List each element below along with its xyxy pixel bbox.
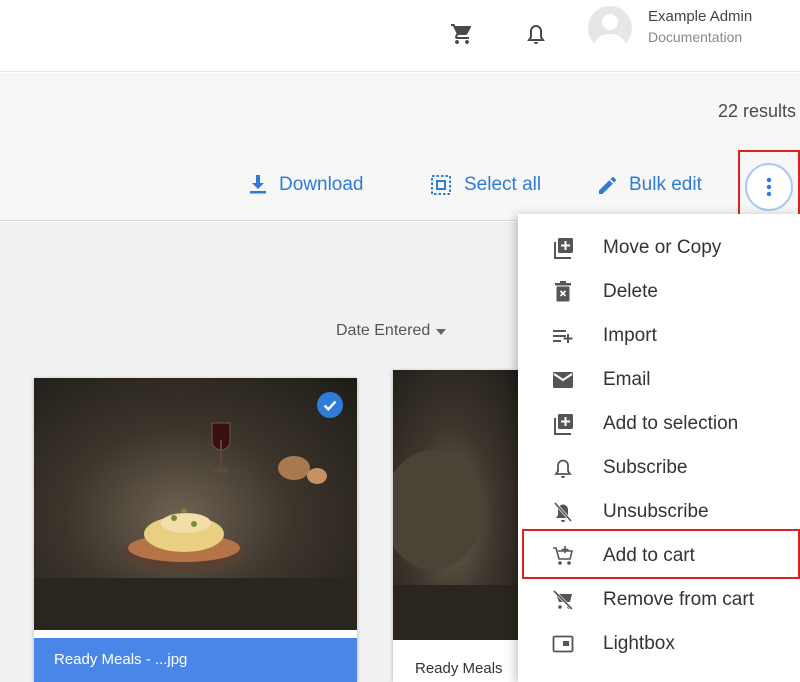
download-label: Download: [279, 174, 364, 195]
asset-card[interactable]: Ready Meals - ...jpg: [34, 378, 357, 682]
menu-item-delete[interactable]: Delete: [518, 270, 800, 314]
menu-item-import[interactable]: Import: [518, 314, 800, 358]
menu-item-subscribe[interactable]: Subscribe: [518, 446, 800, 490]
menu-item-unsubscribe[interactable]: Unsubscribe: [518, 490, 800, 534]
mail-icon: [551, 368, 575, 392]
menu-item-remove-from-cart[interactable]: Remove from cart: [518, 578, 800, 622]
asset-card[interactable]: Ready Meals: [393, 370, 523, 682]
sort-dropdown[interactable]: Date Entered: [336, 322, 447, 340]
pencil-icon: [597, 175, 617, 195]
asset-thumbnail[interactable]: [393, 370, 523, 640]
lightbox-icon: [551, 632, 575, 656]
menu-item-label: Email: [603, 369, 651, 390]
trash-icon: [551, 280, 575, 304]
add-to-cart-highlight: [522, 529, 800, 579]
asset-caption[interactable]: Ready Meals - ...jpg: [34, 638, 357, 682]
sort-label: Date Entered: [336, 322, 431, 339]
results-toolbar: 22 results Download Select all Bulk edit: [0, 73, 800, 221]
menu-item-label: Unsubscribe: [603, 501, 709, 522]
select-all-button[interactable]: Select all: [430, 174, 541, 196]
menu-item-lightbox[interactable]: Lightbox: [518, 622, 800, 666]
more-options-menu: Move or Copy Delete Import Email Add to …: [518, 214, 800, 682]
more-vertical-icon: [766, 177, 772, 197]
library-add-icon: [551, 236, 575, 260]
bulk-edit-button[interactable]: Bulk edit: [597, 174, 702, 196]
menu-item-label: Delete: [603, 281, 658, 302]
playlist-add-icon: [551, 324, 575, 348]
menu-item-add-to-selection[interactable]: Add to selection: [518, 402, 800, 446]
results-count: 22 results: [717, 101, 796, 121]
menu-item-label: Remove from cart: [603, 589, 754, 610]
menu-item-label: Lightbox: [603, 633, 675, 654]
avatar[interactable]: [588, 6, 632, 50]
select-all-icon: [430, 174, 452, 196]
asset-thumbnail[interactable]: [34, 378, 357, 630]
asset-caption[interactable]: Ready Meals: [393, 648, 523, 682]
bell-off-icon: [551, 500, 575, 524]
menu-item-label: Import: [603, 325, 657, 346]
selected-check-icon[interactable]: [317, 392, 343, 418]
cart-icon[interactable]: [450, 22, 474, 46]
caret-down-icon: [436, 322, 447, 340]
bell-icon[interactable]: [524, 22, 548, 46]
user-name[interactable]: Example Admin: [648, 8, 752, 25]
menu-item-move-or-copy[interactable]: Move or Copy: [518, 226, 800, 270]
bulk-edit-label: Bulk edit: [629, 174, 702, 195]
cart-remove-icon: [551, 588, 575, 612]
library-add-icon: [551, 412, 575, 436]
select-all-label: Select all: [464, 174, 542, 195]
bell-icon: [551, 456, 575, 480]
menu-item-label: Subscribe: [603, 457, 688, 478]
download-icon: [249, 175, 267, 195]
user-org: Documentation: [648, 29, 743, 45]
menu-item-label: Add to selection: [603, 413, 739, 434]
menu-item-label: Move or Copy: [603, 237, 722, 258]
download-button[interactable]: Download: [249, 174, 364, 196]
top-header: Example Admin Documentation: [0, 0, 800, 72]
more-options-button[interactable]: [745, 163, 793, 211]
menu-item-email[interactable]: Email: [518, 358, 800, 402]
